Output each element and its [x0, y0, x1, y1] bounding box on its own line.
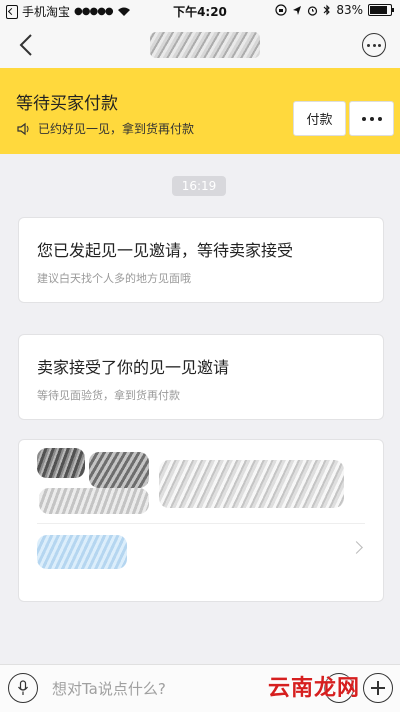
pay-button[interactable]: 付款	[293, 101, 346, 136]
message-subtitle: 建议白天找个人多的地方见面哦	[37, 272, 191, 285]
bluetooth-icon	[323, 4, 331, 16]
system-message-card: 卖家接受了你的见一见邀请 等待见面验货，拿到货再付款	[18, 334, 384, 420]
card-divider	[37, 523, 365, 524]
order-status-banner: 等待买家付款 已约好见一见，拿到货再付款 付款	[0, 68, 400, 154]
redacted-seller-info	[37, 535, 127, 569]
navigation-bar	[0, 22, 400, 68]
redacted-item-price	[39, 488, 149, 514]
message-title: 卖家接受了你的见一见邀请	[37, 358, 230, 377]
status-bar: 手机淘宝 ●●●●● 下午4:20 83%	[0, 0, 400, 22]
battery-percent: 83%	[336, 3, 363, 17]
redacted-title	[150, 32, 260, 58]
redacted-item-image	[37, 448, 85, 478]
message-title: 您已发起见一见邀请，等待卖家接受	[37, 241, 294, 260]
speaker-icon	[17, 122, 29, 135]
order-status-title: 等待买家付款	[16, 94, 118, 114]
back-chevron-icon[interactable]	[14, 32, 40, 58]
message-subtitle: 等待见面验货，拿到货再付款	[37, 389, 180, 402]
battery-icon	[368, 4, 394, 16]
system-message-card: 您已发起见一见邀请，等待卖家接受 建议白天找个人多的地方见面哦	[18, 217, 384, 303]
redacted-item-name	[89, 452, 149, 488]
more-circle-icon[interactable]	[362, 33, 386, 57]
chat-timestamp: 16:19	[172, 176, 226, 196]
rotation-lock-icon	[275, 4, 287, 16]
alarm-icon	[308, 5, 318, 16]
order-notice-text: 已约好见一见，拿到货再付款	[38, 122, 195, 136]
site-watermark: 云南龙网	[268, 676, 361, 701]
redacted-item-detail	[159, 460, 344, 508]
status-right: 83%	[275, 3, 394, 17]
add-attachment-icon[interactable]	[363, 673, 393, 703]
microphone-icon[interactable]	[8, 673, 38, 703]
order-notice: 已约好见一见，拿到货再付款	[16, 120, 194, 137]
microphone-glyph	[18, 680, 28, 695]
chevron-right-icon[interactable]	[350, 541, 363, 554]
item-card[interactable]	[18, 439, 384, 602]
ellipsis-icon[interactable]	[349, 101, 394, 136]
location-icon	[293, 5, 302, 15]
